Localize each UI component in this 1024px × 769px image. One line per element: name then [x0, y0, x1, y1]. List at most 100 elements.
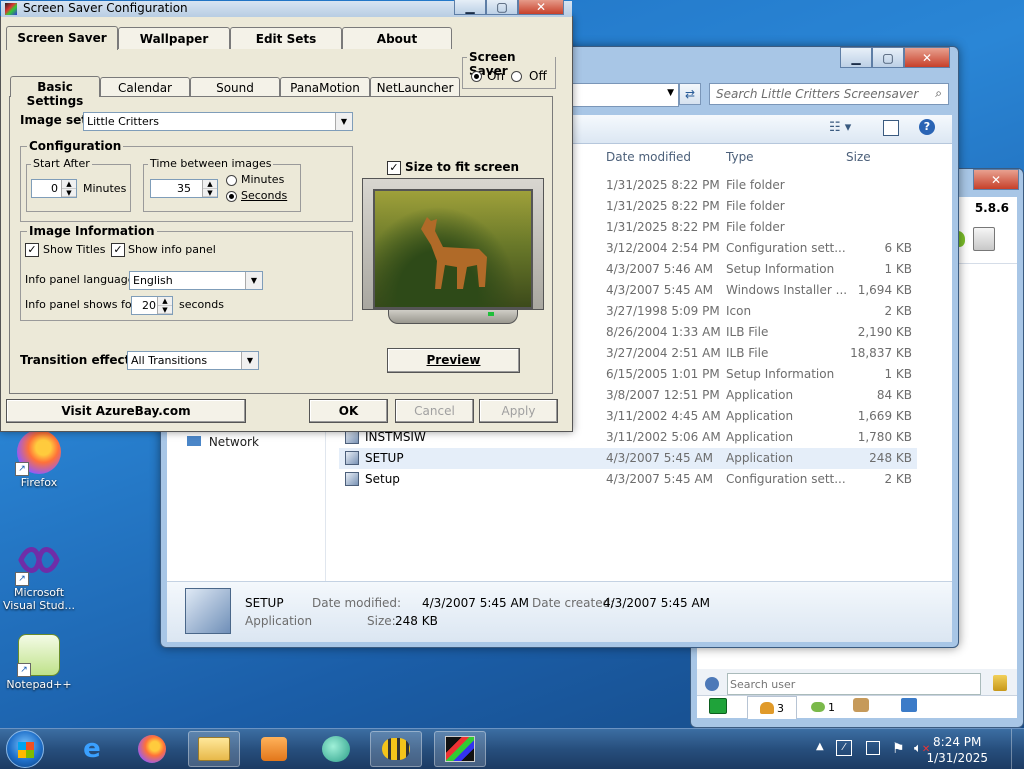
chevron-down-icon[interactable]: ▼ [245, 272, 262, 289]
address-bar[interactable]: ▼ [571, 83, 679, 107]
taskbar-firefox[interactable] [126, 731, 178, 767]
spin-down-icon[interactable]: ▼ [62, 189, 76, 197]
maximize-button[interactable]: ▢ [486, 0, 518, 15]
tab-about[interactable]: About [342, 27, 452, 49]
taskbar-bee-app[interactable] [370, 731, 422, 767]
spin-down-icon[interactable]: ▼ [203, 189, 217, 197]
cancel-button[interactable]: Cancel [395, 399, 474, 423]
radio-off[interactable] [511, 71, 522, 82]
transition-effects-label: Transition effects: [20, 353, 143, 367]
radio-on[interactable] [471, 71, 482, 82]
preview-button[interactable]: Preview [387, 348, 520, 373]
tab-netlauncher[interactable]: NetLauncher [370, 77, 460, 96]
visit-azurebay-button[interactable]: Visit AzureBay.com [6, 399, 246, 423]
show-info-panel-checkbox[interactable]: ✓ [111, 243, 125, 257]
tab-edit-sets[interactable]: Edit Sets [230, 27, 342, 49]
tab-sound[interactable]: Sound [190, 77, 280, 96]
taskbar-clock[interactable]: 8:24 PM 1/31/2025 [926, 734, 988, 766]
time-between-spinner[interactable]: ▲ ▼ [202, 180, 217, 197]
action-center-flag-icon[interactable]: ⚑ [892, 741, 905, 757]
show-hidden-icons-button[interactable]: ▲ [816, 741, 824, 752]
desktop-icon-firefox[interactable]: ↗ Firefox [2, 430, 76, 489]
ok-button[interactable]: OK [309, 399, 388, 423]
column-header-size[interactable]: Size [846, 150, 871, 164]
apply-button[interactable]: Apply [479, 399, 558, 423]
image-set-select[interactable]: Little Critters ▼ [83, 112, 353, 131]
refresh-button[interactable]: ⇄ [679, 83, 701, 105]
start-after-input[interactable]: 0 ▲ ▼ [31, 179, 77, 198]
info-panel-shows-spinner[interactable]: ▲ ▼ [157, 297, 172, 314]
details-size-value: 248 KB [395, 614, 438, 628]
tab-panamotion[interactable]: PanaMotion [280, 77, 370, 96]
application-icon [345, 430, 359, 444]
column-header-date[interactable]: Date modified [606, 150, 691, 164]
spin-up-icon[interactable]: ▲ [158, 297, 172, 306]
deer-silhouette [421, 217, 487, 289]
show-desktop-button[interactable] [1011, 729, 1024, 769]
tab-groups[interactable] [853, 698, 869, 712]
view-options-icon[interactable]: ☷ ▾ [829, 120, 851, 135]
tab-messages[interactable]: 1 [799, 696, 847, 718]
clock-time: 8:24 PM [933, 735, 982, 749]
file-type: Windows Installer ... [726, 283, 848, 297]
close-button[interactable]: ✕ [904, 47, 950, 68]
close-button[interactable]: ✕ [973, 169, 1019, 190]
trash-icon[interactable] [973, 227, 995, 251]
tab-basic-settings[interactable]: Basic Settings [10, 76, 100, 108]
tab-wallpaper[interactable]: Wallpaper [118, 27, 230, 49]
tab-contacts-online[interactable] [709, 698, 727, 714]
taskbar-ie[interactable]: e [66, 731, 118, 767]
tab-screen-saver[interactable]: Screen Saver [6, 26, 118, 50]
tray-pen-icon[interactable]: ⁄ [836, 740, 852, 756]
file-date-modified: 4/3/2007 5:46 AM [606, 262, 714, 276]
taskbar-explorer[interactable] [188, 731, 240, 767]
size-to-fit-checkbox[interactable]: ✓ [387, 161, 401, 175]
nav-item-network[interactable]: Network [187, 435, 259, 449]
broom-icon[interactable] [993, 675, 1007, 691]
search-input[interactable]: Search Little Critters Screensaver ⌕ [709, 83, 949, 105]
taskbar-chat-app[interactable] [310, 731, 362, 767]
tab-calendar[interactable]: Calendar [100, 77, 190, 96]
help-icon[interactable]: ? [919, 119, 935, 135]
file-date-modified: 1/31/2025 8:22 PM [606, 199, 720, 213]
close-button[interactable]: ✕ [518, 0, 564, 15]
chevron-down-icon[interactable]: ▼ [335, 113, 352, 130]
show-titles-checkbox[interactable]: ✓ [25, 243, 39, 257]
start-after-spinner[interactable]: ▲ ▼ [61, 180, 76, 197]
taskbar-media-player[interactable] [248, 731, 300, 767]
table-row[interactable]: SETUP 4/3/2007 5:45 AM Application 248 KB [339, 448, 917, 469]
file-date-modified: 3/11/2002 5:06 AM [606, 430, 721, 444]
spin-down-icon[interactable]: ▼ [158, 306, 172, 314]
image-set-label: Image set: [20, 113, 92, 127]
minimize-button[interactable]: ▁ [840, 47, 872, 68]
minimize-button[interactable]: ▁ [454, 0, 486, 15]
preview-image [373, 189, 533, 309]
taskbar-screensaver-config[interactable] [434, 731, 486, 767]
desktop-icon-visual-studio[interactable]: ↗ Microsoft Visual Stud... [2, 540, 76, 612]
tab-users[interactable]: 3 [747, 696, 797, 719]
network-tray-icon[interactable] [866, 741, 880, 755]
time-between-input[interactable]: 35 ▲ ▼ [150, 179, 218, 198]
chevron-down-icon[interactable]: ▼ [241, 352, 258, 369]
settings-gear-icon[interactable] [705, 677, 719, 691]
tab-share[interactable] [901, 698, 917, 712]
radio-minutes[interactable] [226, 175, 237, 186]
info-panel-shows-input[interactable]: 20 ▲ ▼ [131, 296, 173, 315]
chevron-down-icon[interactable]: ▼ [667, 88, 674, 98]
window-title: Screen Saver Configuration [23, 1, 188, 15]
transition-effects-select[interactable]: All Transitions ▼ [127, 351, 259, 370]
info-panel-language-select[interactable]: English ▼ [129, 271, 263, 290]
table-row[interactable]: Setup 4/3/2007 5:45 AM Configuration sett.… [339, 469, 917, 490]
spin-up-icon[interactable]: ▲ [203, 180, 217, 189]
column-header-type[interactable]: Type [726, 150, 754, 164]
start-button[interactable] [6, 730, 44, 768]
screensaver-config-dialog[interactable]: Screen Saver Configuration ▁ ▢ ✕ Screen … [0, 0, 573, 432]
radio-seconds[interactable] [226, 191, 237, 202]
file-date-modified: 1/31/2025 8:22 PM [606, 178, 720, 192]
preview-pane-icon[interactable] [883, 120, 899, 136]
desktop-icon-notepadpp[interactable]: ↗ Notepad++ [2, 634, 76, 691]
file-size: 1,694 KB [857, 283, 912, 297]
spin-up-icon[interactable]: ▲ [62, 180, 76, 189]
search-user-input[interactable] [727, 673, 981, 695]
maximize-button[interactable]: ▢ [872, 47, 904, 68]
